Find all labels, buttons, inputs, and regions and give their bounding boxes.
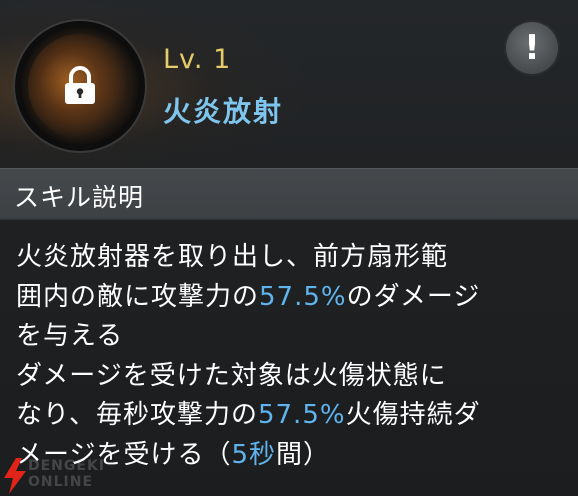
lock-icon (65, 66, 95, 104)
description-text: を与える (16, 321, 124, 351)
description-text: 囲内の敵に攻撃力の (16, 281, 260, 312)
burn-percent-value: 57.5% (257, 400, 346, 430)
watermark-text: DENGEKI ONLINE (28, 458, 105, 490)
damage-percent-value: 57.5% (259, 281, 347, 312)
skill-name: 火炎放射 (163, 95, 284, 128)
skill-level: Lv. 1 (163, 44, 232, 75)
description-line: を与える (16, 317, 568, 357)
description-text: 火傷持続ダ (345, 400, 481, 430)
lightning-bolt-icon (4, 458, 26, 494)
description-text: のダメージ (346, 281, 481, 312)
skill-description: 火炎放射器を取り出し、前方扇形範 囲内の敵に攻撃力の57.5%のダメージ を与え… (16, 238, 568, 475)
watermark-logo: DENGEKI ONLINE (0, 456, 140, 496)
description-text: 間） (276, 439, 331, 470)
duration-value: 5秒 (231, 439, 277, 470)
description-line: なり、毎秒攻撃力の57.5%火傷持続ダ (16, 396, 568, 436)
description-text: なり、毎秒攻撃力の (16, 400, 258, 430)
watermark-line-1: DENGEKI (28, 458, 106, 474)
section-title: スキル説明 (14, 183, 145, 212)
section-header: スキル説明 (0, 168, 578, 220)
description-line: 囲内の敵に攻撃力の57.5%のダメージ (16, 278, 568, 318)
watermark-line-2: ONLINE (28, 474, 94, 490)
skill-icon[interactable] (18, 24, 142, 148)
description-line: 火炎放射器を取り出し、前方扇形範 (16, 238, 568, 278)
description-line: ダメージを受けた対象は火傷状態に (16, 357, 568, 397)
description-text: ダメージを受けた対象は火傷状態に (16, 360, 447, 391)
skill-tooltip-panel: Lv. 1 火炎放射 ! スキル説明 火炎放射器を取り出し、前方扇形範 囲内の敵… (0, 0, 578, 496)
alert-icon[interactable]: ! (506, 22, 558, 74)
description-text: 火炎放射器を取り出し、前方扇形範 (16, 242, 449, 272)
